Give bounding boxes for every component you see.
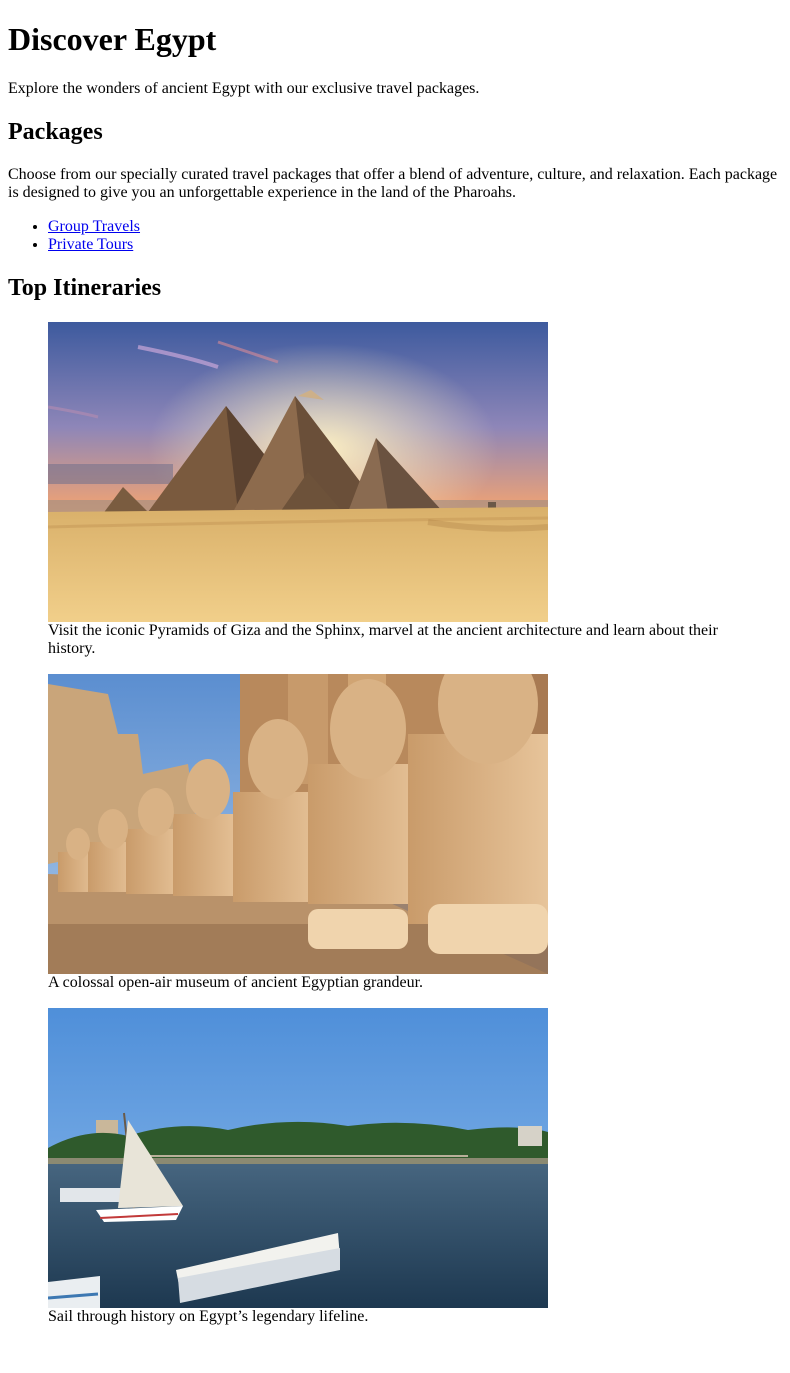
- list-item: Private Tours: [48, 236, 782, 254]
- itinerary-caption: Sail through history on Egypt’s legendar…: [48, 1308, 369, 1325]
- page-title: Discover Egypt: [8, 21, 217, 57]
- itinerary-caption: Visit the iconic Pyramids of Giza and th…: [48, 622, 718, 657]
- itinerary-karnak: A colossal open-air museum of ancient Eg…: [48, 674, 728, 992]
- page: Discover Egypt Explore the wonders of an…: [0, 21, 790, 1326]
- packages-heading: Packages: [8, 119, 103, 145]
- karnak-ram-sphinxes-photo: [48, 674, 548, 974]
- group-travels-link[interactable]: Group Travels: [48, 218, 140, 235]
- nile-felucca-photo: [48, 1008, 548, 1308]
- pyramids-of-giza-photo: [48, 322, 548, 622]
- itinerary-caption: A colossal open-air museum of ancient Eg…: [48, 974, 424, 991]
- itinerary-nile: Sail through history on Egypt’s legendar…: [48, 1008, 728, 1326]
- packages-description: Choose from our specially curated travel…: [8, 166, 778, 201]
- packages-list: Group Travels Private Tours: [8, 218, 782, 254]
- itinerary-pyramids: Visit the iconic Pyramids of Giza and th…: [48, 322, 728, 658]
- list-item: Group Travels: [48, 218, 782, 236]
- itineraries-heading: Top Itineraries: [8, 275, 162, 301]
- private-tours-link[interactable]: Private Tours: [48, 236, 133, 253]
- intro-text: Explore the wonders of ancient Egypt wit…: [8, 80, 480, 97]
